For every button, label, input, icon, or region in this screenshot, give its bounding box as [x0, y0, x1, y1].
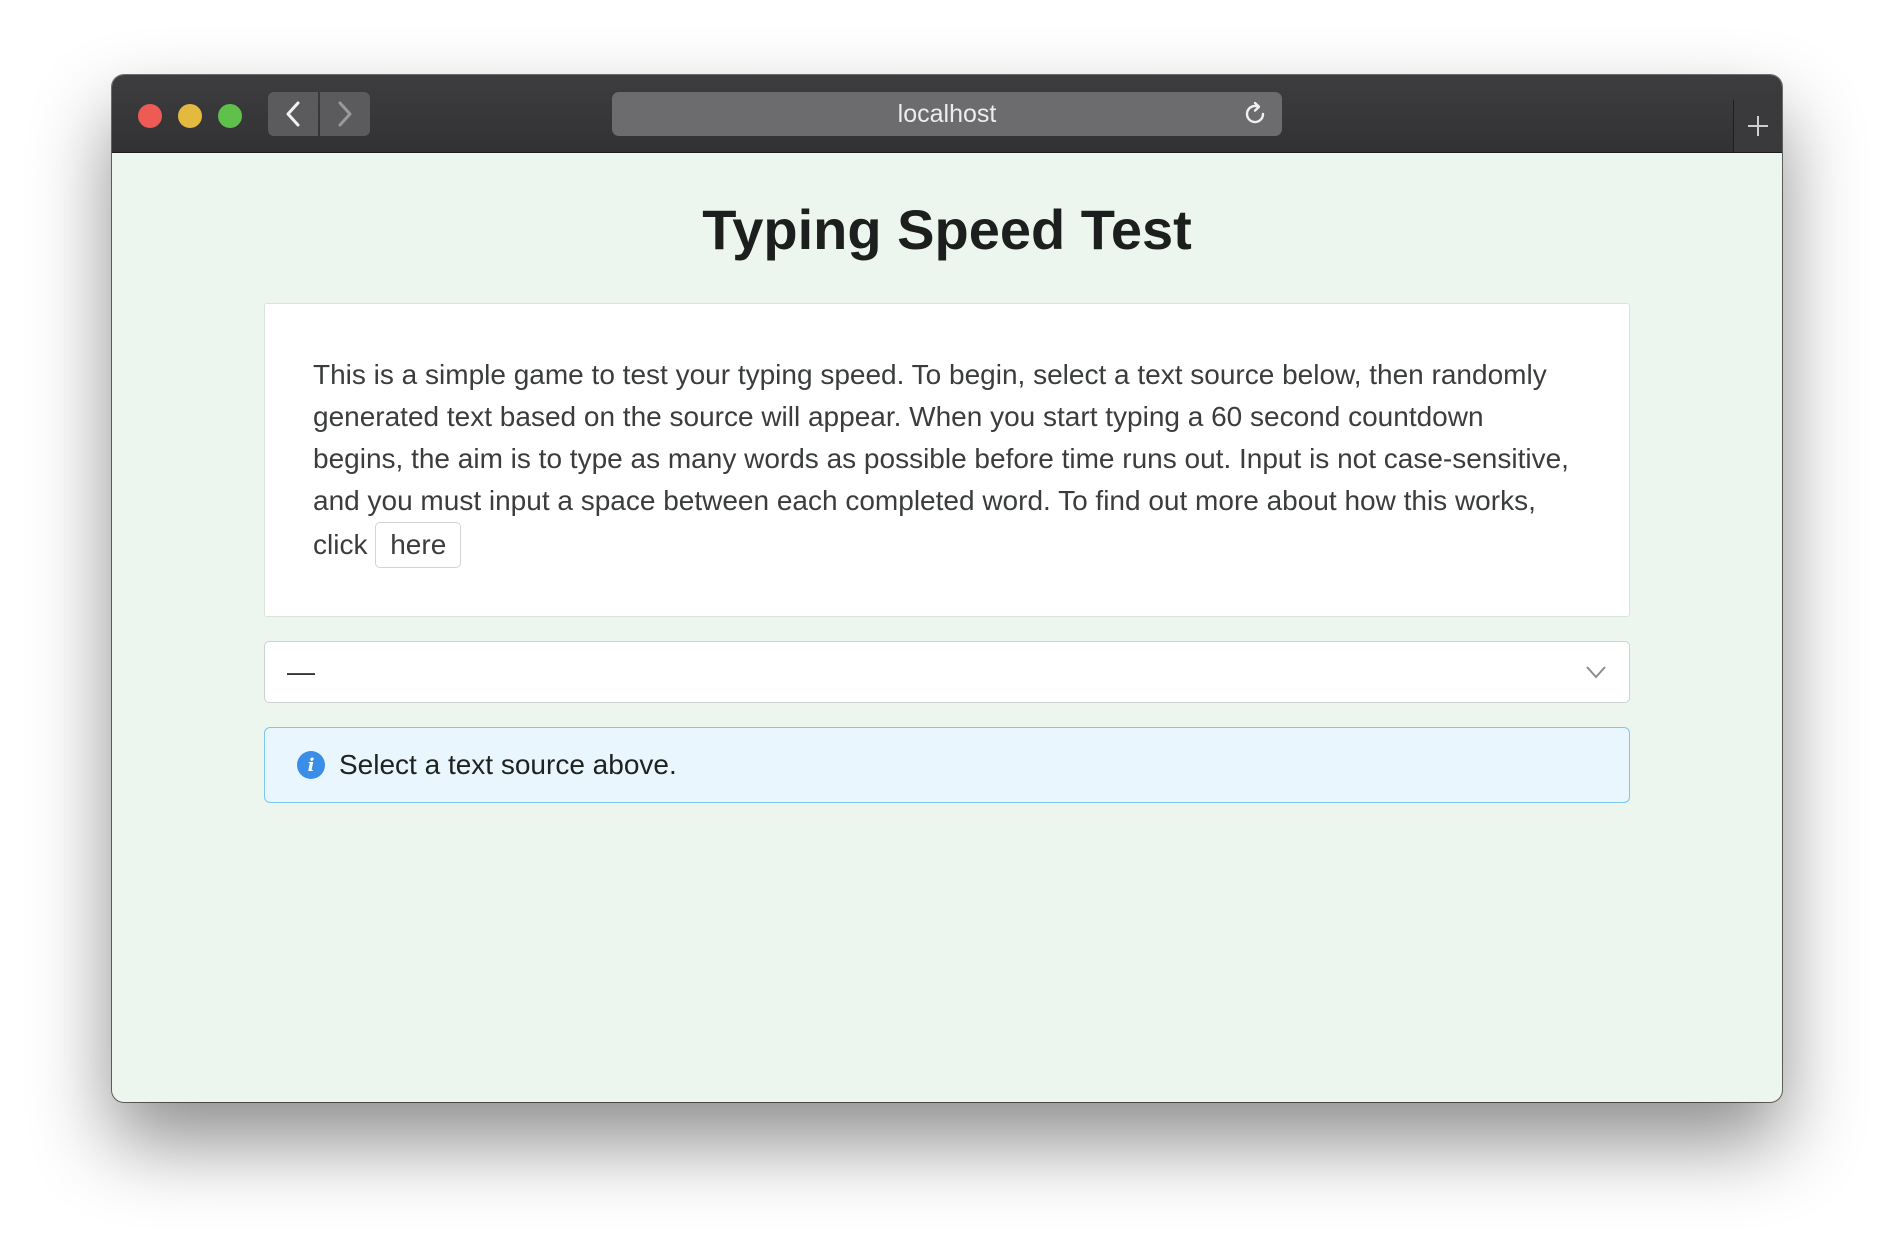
new-tab-button[interactable] — [1733, 100, 1782, 152]
page-content: Typing Speed Test This is a simple game … — [112, 153, 1782, 1102]
url-text: localhost — [897, 99, 997, 128]
text-source-select[interactable]: — — [264, 641, 1630, 703]
browser-window: localhost Typing Speed Test This is a si… — [112, 75, 1782, 1102]
intro-card: This is a simple game to test your typin… — [264, 303, 1630, 617]
here-link-button[interactable]: here — [375, 522, 462, 568]
minimize-window-button[interactable] — [178, 104, 202, 128]
forward-button[interactable] — [320, 92, 370, 136]
page-title: Typing Speed Test — [702, 198, 1192, 261]
info-alert-message: Select a text source above. — [339, 749, 677, 780]
maximize-window-button[interactable] — [218, 104, 242, 128]
address-bar[interactable]: localhost — [612, 92, 1282, 136]
chevron-right-icon — [338, 101, 352, 127]
browser-titlebar: localhost — [112, 75, 1782, 153]
selected-text-source: — — [287, 656, 315, 687]
reload-icon[interactable] — [1242, 101, 1268, 127]
info-icon: i — [297, 751, 325, 779]
plus-icon — [1748, 116, 1768, 136]
chevron-down-icon — [1586, 666, 1606, 679]
info-alert: i Select a text source above. — [264, 727, 1630, 803]
back-button[interactable] — [268, 92, 318, 136]
intro-text: This is a simple game to test your typin… — [313, 359, 1569, 560]
close-window-button[interactable] — [138, 104, 162, 128]
chevron-left-icon — [286, 101, 300, 127]
